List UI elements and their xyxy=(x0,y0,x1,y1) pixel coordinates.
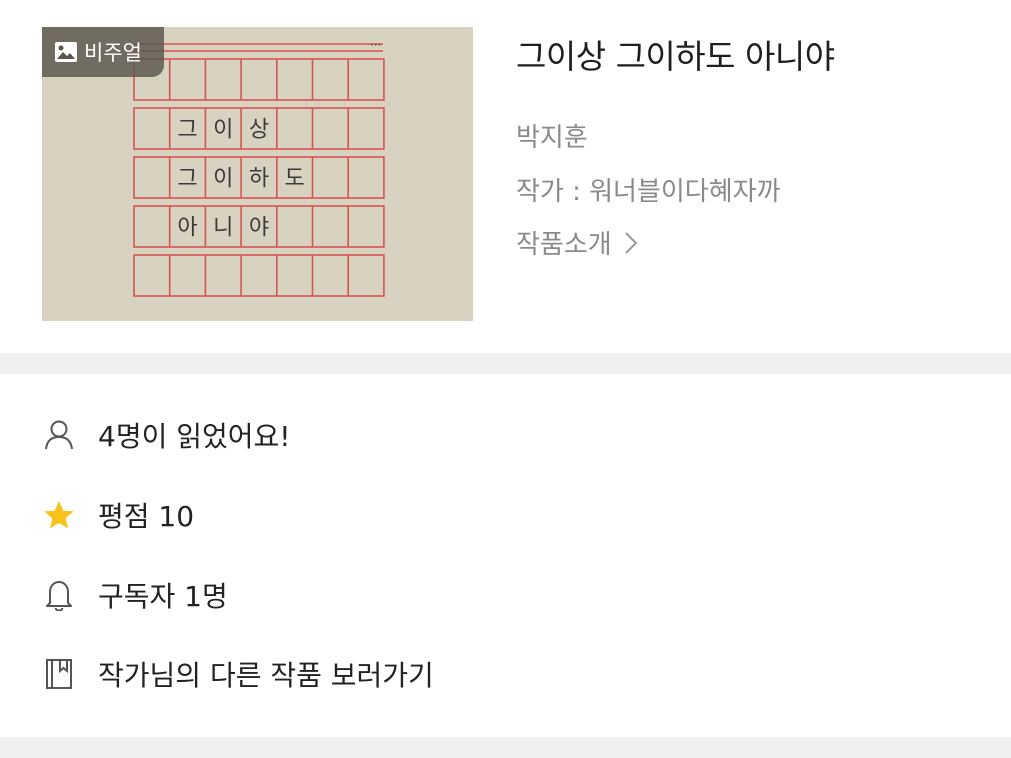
handwritten-character: 그 xyxy=(177,167,197,192)
handwritten-character: 니 xyxy=(213,216,233,241)
handwritten-character: 야 xyxy=(249,216,269,241)
book-icon xyxy=(42,657,76,691)
svg-text:···: ··· xyxy=(370,38,381,52)
section-divider xyxy=(0,353,1011,374)
work-thumbnail[interactable]: ··· 그이상그이하도아니야 비주얼 xyxy=(42,27,473,321)
other-works-link[interactable]: 작가님의 다른 작품 보러가기 xyxy=(98,654,434,694)
grid-row xyxy=(133,58,385,101)
handwritten-character: 아 xyxy=(177,216,197,241)
work-header: ··· 그이상그이하도아니야 비주얼 그이상 그이하도 아니야 박지훈 작가 :… xyxy=(0,0,1011,353)
work-intro-link[interactable]: 작품소개 xyxy=(516,224,638,261)
subscriber-count: 구독자 1명 xyxy=(98,580,228,613)
handwritten-character: 하 xyxy=(249,167,269,192)
work-intro-label: 작품소개 xyxy=(516,230,612,260)
handwritten-character: 이 xyxy=(213,118,233,143)
section-divider-bottom xyxy=(0,737,1011,758)
rating-row: 평점 10 xyxy=(0,485,1011,545)
subscribers-row: 구독자 1명 xyxy=(0,565,1011,625)
person-icon xyxy=(42,418,76,452)
handwritten-character: 그 xyxy=(177,118,197,143)
work-title: 그이상 그이하도 아니야 xyxy=(516,37,835,76)
readers-count: 4명이 읽었어요! xyxy=(98,420,291,453)
rating-value: 평점 10 xyxy=(98,500,195,533)
visual-badge-label: 비주얼 xyxy=(84,41,142,65)
writer-line[interactable]: 작가 : 워너블이다혜자까 xyxy=(516,171,781,208)
other-works-row[interactable]: 작가님의 다른 작품 보러가기 xyxy=(0,644,1011,704)
visual-badge: 비주얼 xyxy=(42,27,164,77)
handwritten-character: 이 xyxy=(213,167,233,192)
author-name[interactable]: 박지훈 xyxy=(516,117,588,154)
handwritten-character: 도 xyxy=(285,167,305,192)
readers-row: 4명이 읽었어요! xyxy=(0,405,1011,465)
star-icon xyxy=(42,498,76,532)
grid-row xyxy=(133,254,385,297)
chevron-right-icon xyxy=(624,231,638,254)
handwritten-character: 상 xyxy=(249,118,269,143)
image-icon xyxy=(55,42,77,62)
bell-icon xyxy=(42,578,76,612)
